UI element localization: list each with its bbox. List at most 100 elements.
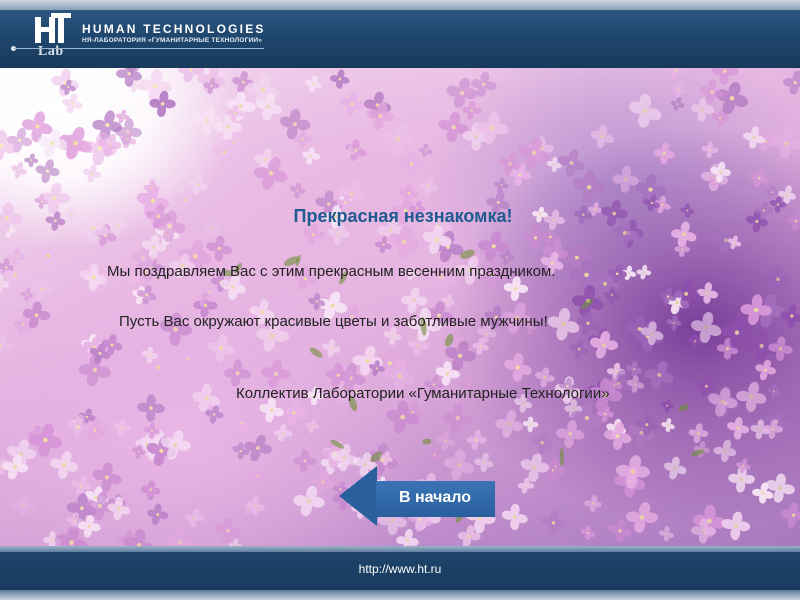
ht-logo-icon bbox=[35, 13, 71, 47]
lilac-blossom bbox=[670, 97, 685, 111]
lilac-blossom bbox=[34, 242, 63, 270]
lilac-blossom bbox=[79, 263, 108, 292]
lilac-blossom bbox=[584, 494, 602, 513]
lilac-blossom bbox=[522, 416, 539, 433]
lilac-blossom bbox=[661, 418, 675, 433]
lilac-blossom bbox=[636, 264, 652, 280]
lilac-blossom bbox=[504, 353, 532, 382]
header-bar: Lab HUMAN TECHNOLOGIES НЯ-ЛАБОРАТОРИЯ «Г… bbox=[0, 0, 800, 68]
lilac-blossom bbox=[557, 149, 585, 177]
lilac-blossom bbox=[207, 333, 235, 362]
lilac-blossom bbox=[442, 403, 473, 434]
lilac-blossom bbox=[736, 381, 767, 412]
lilac-blossom bbox=[727, 417, 750, 440]
lilac-blossom bbox=[418, 176, 438, 197]
brand-title: HUMAN TECHNOLOGIES bbox=[82, 22, 266, 36]
lilac-blossom bbox=[30, 277, 54, 301]
lilac-blossom bbox=[233, 414, 251, 432]
lilac-blossom bbox=[780, 502, 800, 528]
lilac-blossom bbox=[224, 359, 252, 387]
back-to-start-button[interactable]: В начало bbox=[339, 466, 495, 526]
lilac-blossom bbox=[771, 128, 800, 159]
lilac-blossom bbox=[147, 503, 169, 525]
lilac-blossom bbox=[302, 146, 321, 165]
lilac-blossom bbox=[721, 511, 751, 541]
lilac-blossom bbox=[282, 400, 306, 425]
lilac-blossom bbox=[626, 361, 642, 378]
lilac-blossom bbox=[466, 430, 487, 450]
lilac-blossom bbox=[547, 308, 580, 341]
lilac-blossom bbox=[767, 384, 781, 399]
lilac-blossom bbox=[671, 83, 686, 98]
leaf bbox=[309, 347, 323, 358]
lilac-blossom bbox=[188, 174, 209, 195]
greeting-line-2: Пусть Вас окружают красивые цветы и забо… bbox=[119, 313, 548, 330]
lilac-blossom bbox=[783, 70, 800, 95]
lilac-blossom bbox=[626, 375, 645, 393]
lilac-blossom bbox=[580, 525, 596, 541]
lilac-blossom bbox=[495, 410, 523, 438]
greeting-title: Прекрасная незнакомка! bbox=[0, 206, 800, 227]
lilac-blossom bbox=[340, 91, 365, 117]
lilac-blossom bbox=[494, 177, 509, 193]
lilac-blossom bbox=[590, 124, 615, 149]
lilac-blossom bbox=[608, 519, 632, 543]
lilac-blossom bbox=[418, 143, 433, 158]
leaf bbox=[422, 438, 432, 445]
footer-url-link[interactable]: http://www.ht.ru bbox=[0, 562, 800, 576]
greeting-line-1: Мы поздравляем Вас с этим прекрасным вес… bbox=[107, 263, 556, 280]
lilac-blossom bbox=[573, 170, 607, 205]
lilac-blossom bbox=[701, 141, 719, 158]
lilac-blossom bbox=[569, 339, 589, 359]
leaf bbox=[444, 333, 454, 347]
lilac-blossom bbox=[330, 69, 350, 89]
lilac-blossom bbox=[11, 162, 27, 179]
lilac-blossom bbox=[427, 447, 442, 462]
leaf bbox=[678, 404, 689, 412]
lilac-blossom bbox=[688, 423, 709, 444]
lilac-blossom bbox=[289, 182, 306, 199]
lilac-blossom bbox=[436, 431, 456, 451]
greeting-signature: Коллектив Лаборатории «Гуманитарные Техн… bbox=[236, 385, 610, 402]
lilac-blossom bbox=[755, 359, 777, 381]
lilac-blossom bbox=[244, 434, 272, 462]
lilac-blossom bbox=[764, 265, 792, 293]
header-shine bbox=[0, 0, 800, 10]
lilac-blossom bbox=[768, 336, 793, 361]
lilac-blossom bbox=[674, 241, 691, 258]
lilac-blossom bbox=[293, 449, 317, 473]
lilac-blossom bbox=[382, 123, 414, 155]
lilac-blossom bbox=[82, 164, 102, 183]
lilac-blossom bbox=[304, 75, 322, 93]
lilac-blossom bbox=[0, 130, 17, 162]
lilac-blossom bbox=[713, 439, 737, 463]
lilac-blossom bbox=[35, 159, 60, 184]
lilac-blossom bbox=[24, 153, 39, 168]
lilac-blossom bbox=[352, 345, 383, 376]
lilac-blossom bbox=[50, 451, 79, 480]
lilac-blossom bbox=[501, 503, 528, 531]
lilac-blossom bbox=[137, 394, 165, 422]
lilac-blossom bbox=[644, 360, 674, 389]
lilac-blossom bbox=[658, 526, 675, 542]
lilac-blossom bbox=[576, 311, 600, 336]
lilac-blossom bbox=[556, 419, 585, 448]
greeting-title-text: Прекрасная незнакомка! bbox=[293, 206, 513, 226]
lilac-blossom bbox=[629, 93, 662, 128]
lilac-blossom bbox=[530, 431, 554, 455]
lilac-blossom bbox=[249, 468, 266, 485]
leaf bbox=[559, 447, 565, 467]
lilac-blossom bbox=[749, 168, 769, 188]
lilac-blossom bbox=[305, 419, 320, 434]
lilac-blossom bbox=[461, 100, 482, 120]
lilac-blossom bbox=[520, 453, 550, 483]
arrow-left-icon bbox=[339, 466, 377, 526]
lilac-blossom bbox=[399, 151, 424, 177]
lilac-blossom bbox=[11, 492, 36, 517]
lilac-blossom bbox=[541, 510, 566, 535]
lilac-blossom bbox=[625, 502, 658, 533]
lilac-blossom bbox=[142, 480, 159, 498]
lilac-blossom bbox=[660, 399, 674, 413]
lilac-blossom bbox=[666, 68, 687, 80]
lilac-blossom bbox=[612, 165, 639, 193]
